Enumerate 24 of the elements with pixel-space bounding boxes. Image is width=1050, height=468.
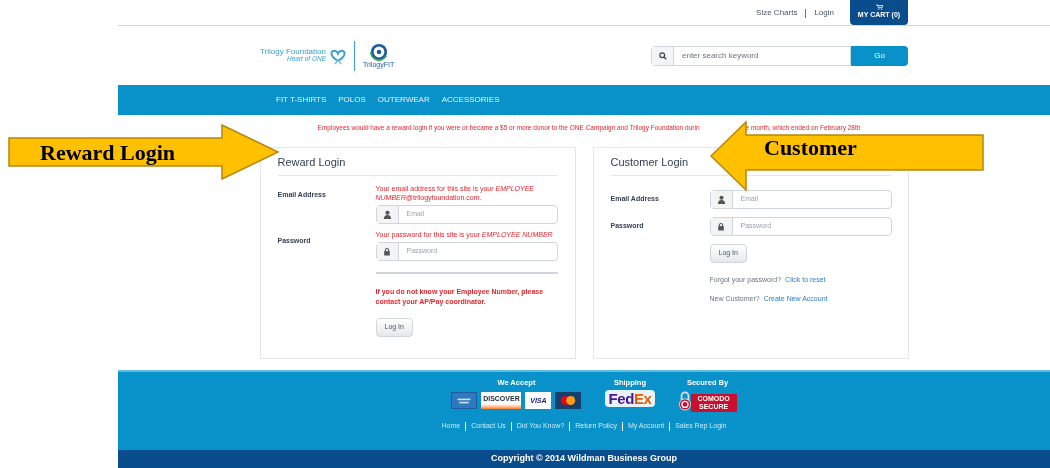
- copyright-text: Copyright © 2014 Wildman Business Group: [118, 450, 1050, 468]
- search-field[interactable]: enter search keyword: [651, 45, 851, 66]
- padlock-icon: [678, 390, 691, 413]
- fedex-logo: FedEx: [605, 390, 655, 408]
- lock-icon: [710, 218, 733, 235]
- search-icon: [652, 46, 674, 65]
- user-icon: [710, 191, 733, 208]
- lock-icon: [376, 243, 399, 260]
- mastercard-icon: [555, 392, 582, 410]
- nav-link[interactable]: ACCESSORIES: [441, 94, 500, 106]
- top-link[interactable]: Login: [814, 7, 834, 19]
- panel-title: Reward Login: [277, 148, 558, 176]
- go-button[interactable]: Go: [851, 45, 908, 66]
- user-icon: [376, 206, 399, 223]
- top-link[interactable]: Size Charts: [756, 7, 798, 19]
- amex-card-icon: [451, 392, 478, 410]
- nav-link[interactable]: FIT T-SHIRTS: [276, 94, 327, 106]
- logo-text: Trilogy Foundation: [260, 48, 326, 57]
- callout-label: Customer: [764, 135, 857, 161]
- globe-logo-icon: [369, 43, 388, 61]
- cart-icon: [875, 4, 883, 11]
- callout-label: Reward Login: [40, 140, 176, 166]
- nav-link[interactable]: POLOS: [338, 94, 366, 106]
- nav-link[interactable]: OUTERWEAR: [377, 94, 430, 106]
